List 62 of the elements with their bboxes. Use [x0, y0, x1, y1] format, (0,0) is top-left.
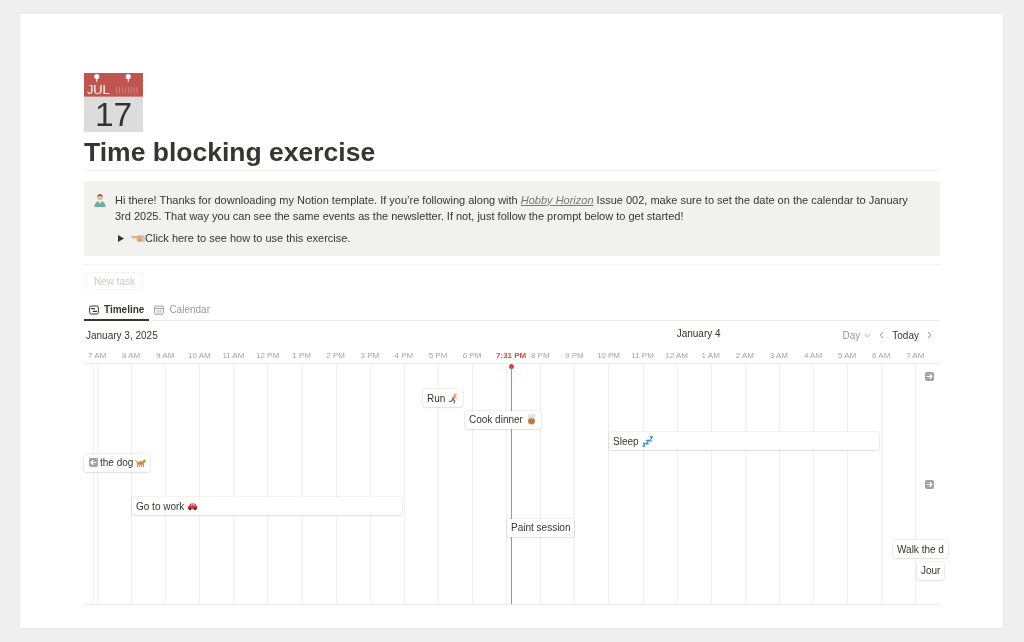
calendar-icon: JUL 17 [84, 73, 143, 132]
hour-label: 11 PM [631, 351, 654, 360]
hour-label: 1 AM [701, 351, 720, 360]
event-card[interactable]: Go to work [132, 497, 402, 515]
calendar-grid-icon [154, 304, 165, 315]
newsletter-link[interactable]: Hobby Horizon [520, 194, 594, 206]
today-button[interactable]: Today [892, 329, 919, 341]
arrow-left-icon [89, 458, 98, 468]
hour-label: 5 PM [428, 351, 448, 360]
next-button[interactable] [927, 331, 932, 339]
hour-label: 2 PM [326, 351, 346, 360]
toggle-triangle-icon[interactable] [118, 234, 124, 242]
hour-label: 1 PM [292, 351, 311, 360]
view-tab[interactable]: Timeline [84, 300, 150, 321]
page-title: Time blocking exercise [84, 137, 377, 167]
chevron-left-icon [879, 331, 885, 339]
hour-label: 2 AM [735, 351, 754, 360]
hour-label: 3 AM [769, 351, 789, 360]
date-label: January 3, 2025 [86, 329, 158, 341]
scroll-to-event-button[interactable] [89, 458, 98, 468]
hour-label: 7 AM [906, 351, 925, 360]
chevron-right-icon [927, 331, 932, 339]
event-card[interactable]: Walk the d [893, 540, 948, 559]
hour-label: 12 PM [255, 351, 280, 360]
hour-label: 4 AM [803, 351, 823, 360]
timeline-icon [89, 304, 99, 315]
hour-label: 8 PM [530, 351, 550, 360]
chef-icon [525, 414, 537, 426]
scroll-to-event-button[interactable] [925, 479, 934, 489]
hour-label: 6 AM [872, 351, 891, 360]
hour-label: 7 AM [87, 351, 107, 360]
chevron-down-icon [864, 332, 872, 338]
runner-icon [448, 392, 460, 404]
event-card[interactable]: Cook dinner [465, 410, 541, 429]
pointing-hand-icon [131, 233, 145, 243]
event-card[interactable]: Run [423, 389, 464, 407]
dog-icon [135, 457, 147, 469]
hour-label: 9 AM [156, 351, 175, 360]
person-icon [93, 193, 107, 207]
hour-label: 8 AM [122, 351, 141, 360]
arrow-right-icon [925, 479, 934, 489]
hour-label: 3 PM [360, 351, 380, 360]
hour-label: 11 AM [222, 351, 245, 360]
scroll-to-event-button[interactable] [925, 371, 934, 381]
zzz-icon [641, 435, 653, 447]
hour-label: 4 PM [394, 351, 414, 360]
date-label: January 4 [676, 328, 721, 339]
event-card[interactable]: Paint session [507, 518, 575, 537]
event-card[interactable]: the dog [84, 453, 151, 472]
callout-text: Hi there! Thanks for downloading my Notion template. If you’re following along with Hobby Horizon Issue 002, make sure to set the date on the calendar to January 3rd 2025. That way you can see the same events as the newsletter. If not, just follow the prompt below to get started! [115, 193, 909, 224]
toggle-title: Click here to see how to use this exercise. [145, 232, 351, 244]
hour-label: 10 AM [188, 351, 211, 360]
arrow-right-icon [925, 371, 934, 381]
current-time-label: 7:31 PM [496, 351, 527, 360]
hour-label: 12 AM [665, 351, 688, 360]
event-card[interactable]: Sleep [609, 432, 879, 451]
hour-label: 9 PM [565, 351, 584, 360]
hour-label: 10 PM [596, 351, 620, 360]
hour-label: 6 PM [462, 351, 482, 360]
event-card[interactable]: Jour [917, 561, 945, 580]
hour-label: 5 AM [838, 351, 857, 360]
previous-button[interactable] [879, 331, 885, 339]
